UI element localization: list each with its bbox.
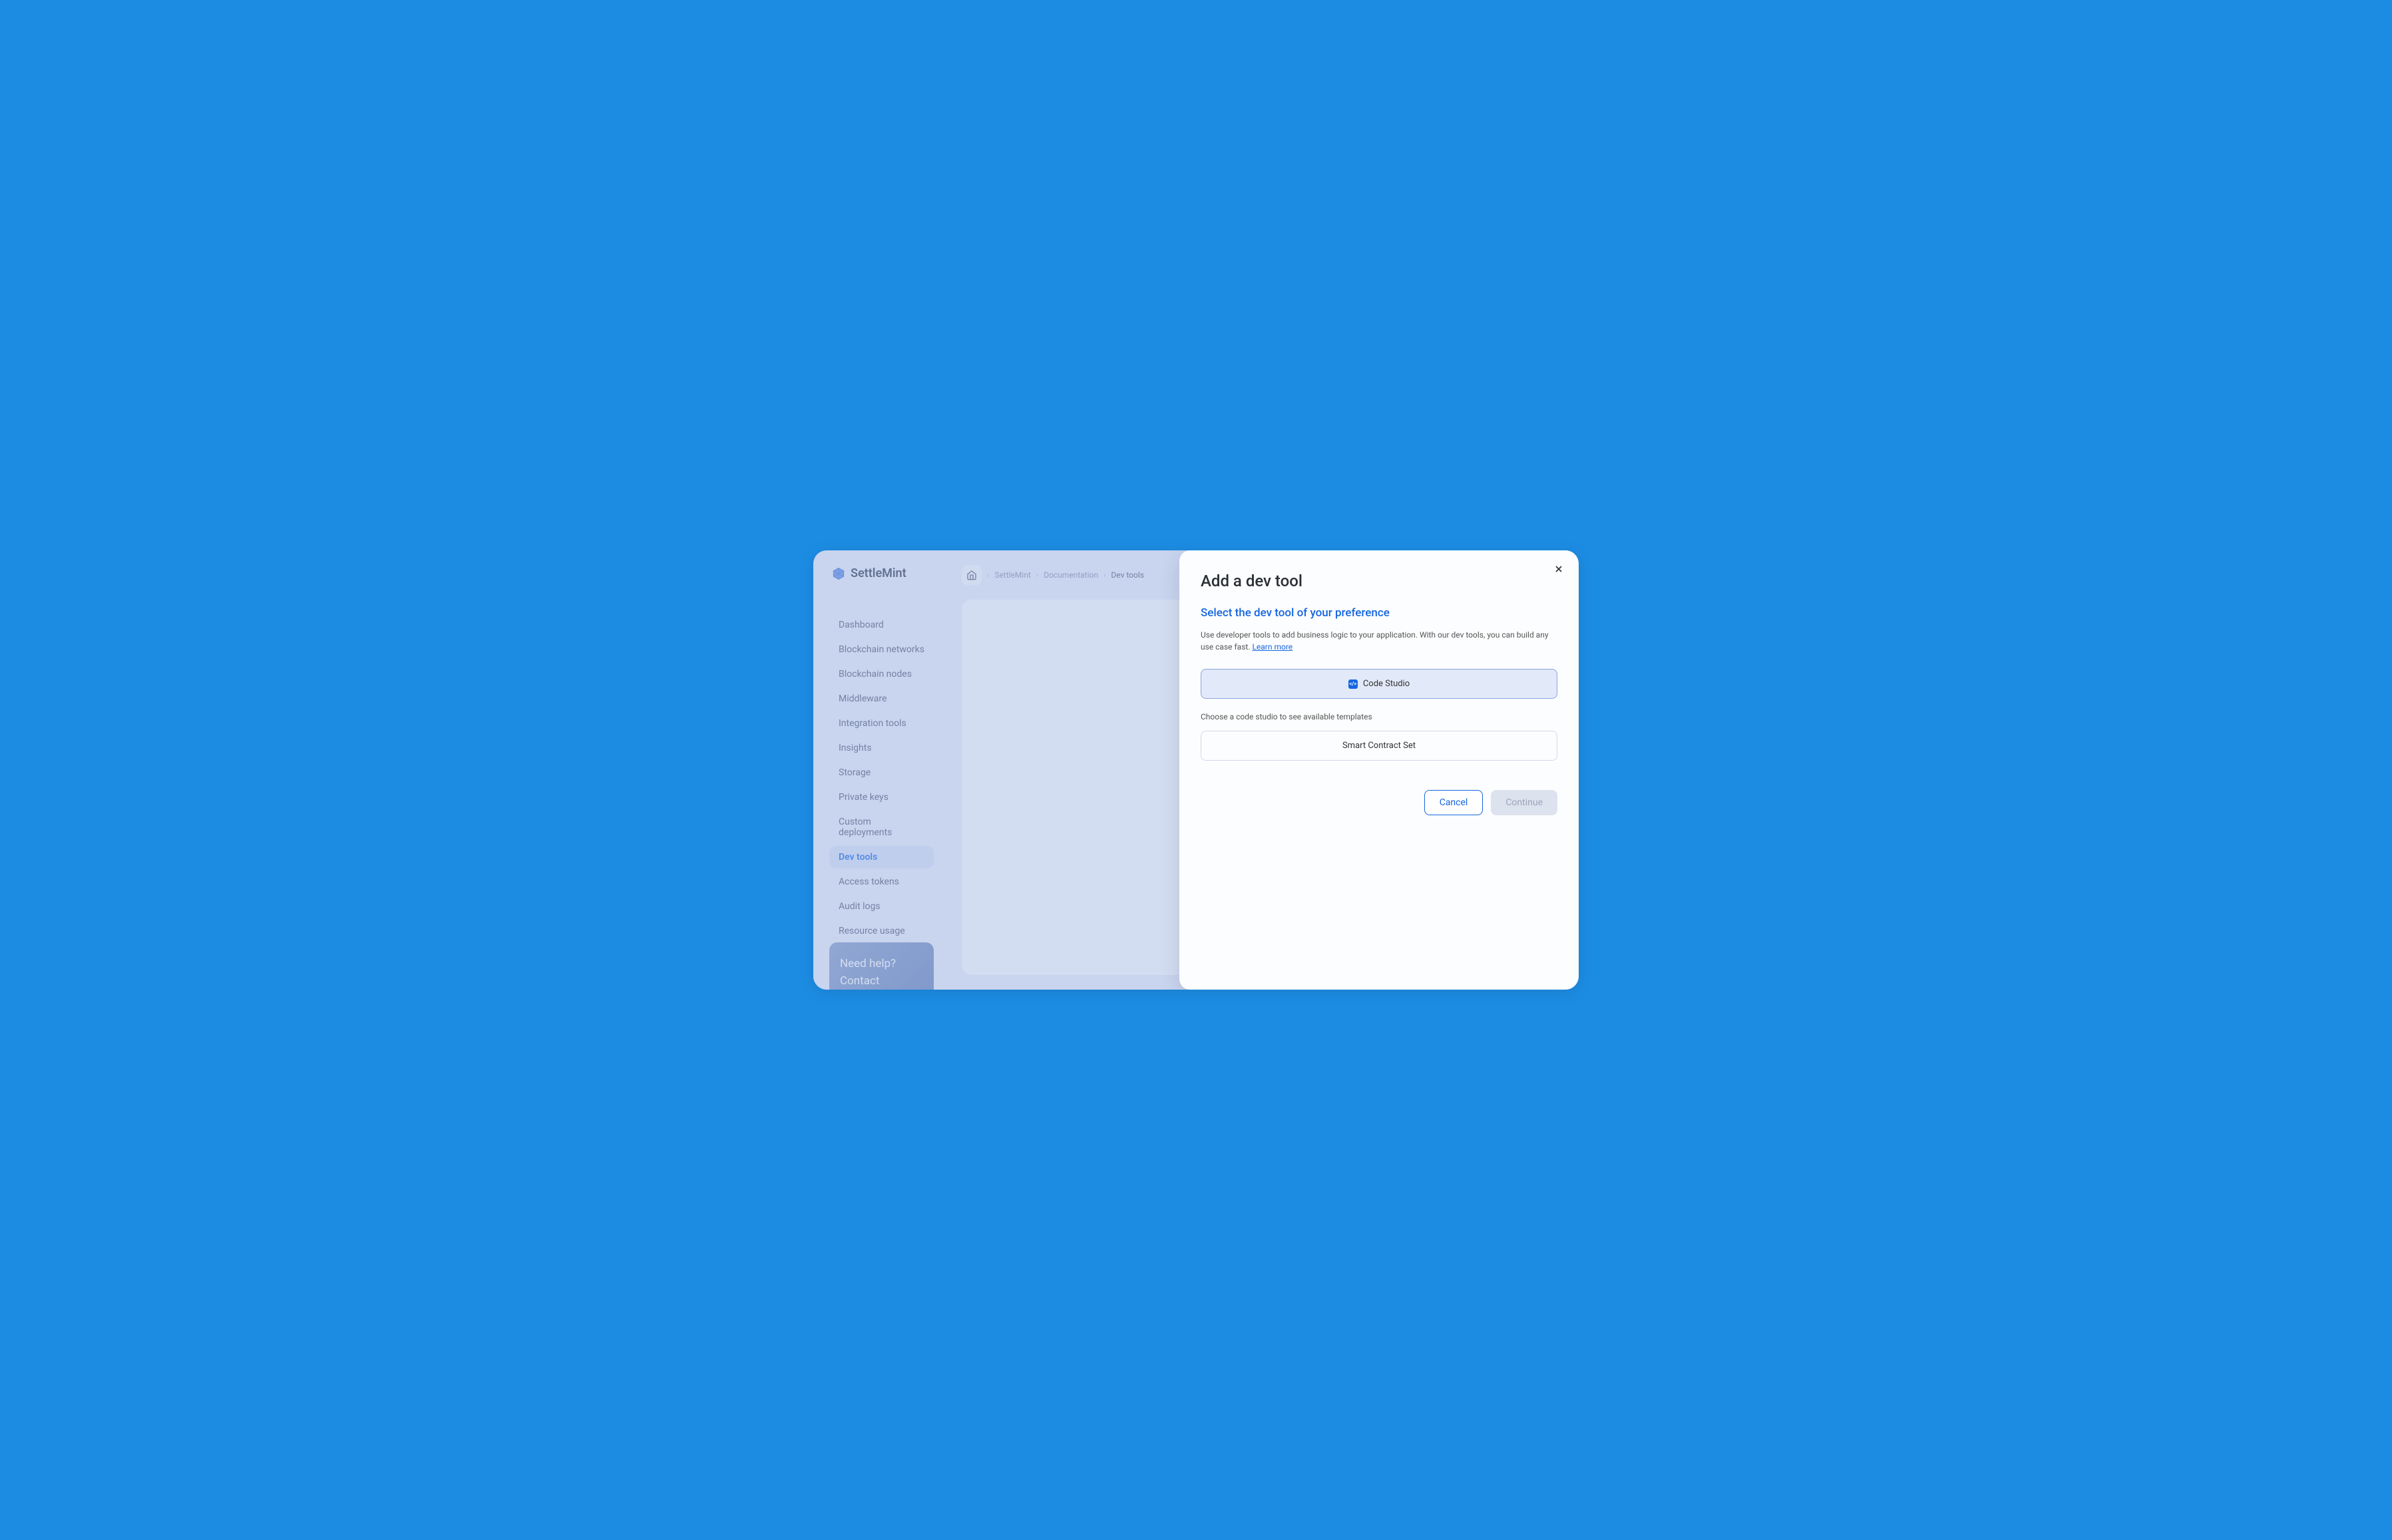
option-label: Smart Contract Set xyxy=(1342,741,1416,751)
cancel-button[interactable]: Cancel xyxy=(1424,790,1484,815)
modal-overlay: Add a dev tool Select the dev tool of yo… xyxy=(813,550,1579,990)
option-smart-contract-set[interactable]: Smart Contract Set xyxy=(1201,731,1557,761)
continue-button[interactable]: Continue xyxy=(1491,790,1557,815)
modal-close-button[interactable] xyxy=(1551,561,1567,580)
option-label: Code Studio xyxy=(1363,679,1410,689)
modal-title: Add a dev tool xyxy=(1201,572,1557,590)
learn-more-link[interactable]: Learn more xyxy=(1252,642,1293,652)
modal-subtitle: Select the dev tool of your preference xyxy=(1201,606,1557,620)
add-dev-tool-modal: Add a dev tool Select the dev tool of yo… xyxy=(1179,550,1579,990)
code-studio-icon: </> xyxy=(1348,679,1358,689)
app-window: SettleMint Dashboard Blockchain networks… xyxy=(813,550,1579,990)
section-label: Choose a code studio to see available te… xyxy=(1201,712,1557,721)
modal-description: Use developer tools to add business logi… xyxy=(1201,629,1557,653)
modal-actions: Cancel Continue xyxy=(1201,790,1557,815)
option-code-studio[interactable]: </> Code Studio xyxy=(1201,669,1557,699)
close-icon xyxy=(1553,564,1564,574)
